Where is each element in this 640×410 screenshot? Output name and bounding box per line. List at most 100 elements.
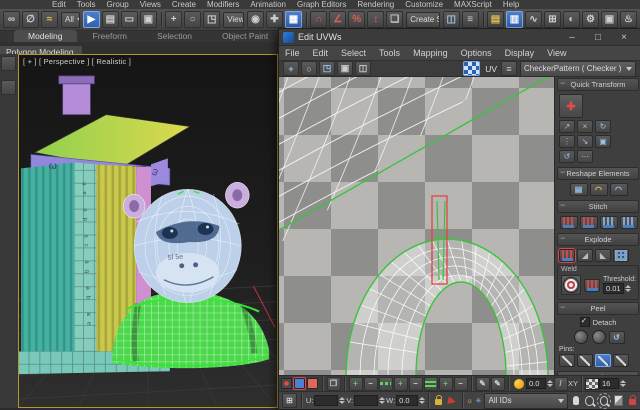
soft-selection-icon[interactable] bbox=[514, 379, 524, 389]
relax-until-flat-icon[interactable]: ▤ bbox=[570, 183, 588, 196]
unpin-all-icon[interactable] bbox=[613, 354, 629, 367]
qt-distribute-h-icon[interactable]: ⋯ bbox=[577, 150, 593, 163]
unpin-tool-icon[interactable] bbox=[577, 354, 593, 367]
section-header-explode[interactable]: Explode bbox=[557, 233, 639, 246]
uv-canvas[interactable] bbox=[279, 77, 554, 375]
edge-ring-icon[interactable] bbox=[424, 377, 438, 391]
zoom-region-icon[interactable] bbox=[600, 396, 609, 406]
qt-distribute-v-icon[interactable]: ⋮ bbox=[559, 135, 575, 148]
qt-rotate-cw-icon[interactable]: ↻ bbox=[595, 120, 611, 133]
paint-deselect-icon[interactable]: ✎ bbox=[491, 377, 505, 391]
grow-ring-button[interactable]: + bbox=[439, 377, 453, 391]
show-map-toggle[interactable] bbox=[463, 61, 480, 76]
update-lock-icon[interactable] bbox=[629, 399, 636, 405]
select-and-move-button[interactable]: + bbox=[165, 11, 182, 28]
uv-move-button[interactable]: + bbox=[283, 61, 299, 76]
qt-move-selected-button[interactable]: ✚ bbox=[559, 94, 583, 118]
shrink-loop-button[interactable]: − bbox=[409, 377, 423, 391]
render-button[interactable]: ♨ bbox=[620, 11, 637, 28]
select-by-name-button[interactable]: ▤ bbox=[102, 11, 119, 28]
menu-animation[interactable]: Animation bbox=[250, 0, 286, 9]
minimize-button[interactable]: – bbox=[559, 29, 585, 46]
tab-freeform[interactable]: Freeform bbox=[79, 30, 141, 42]
menu-create[interactable]: Create bbox=[172, 0, 196, 9]
gutter-panel-icon[interactable] bbox=[1, 56, 16, 71]
explode-to-elements-icon[interactable]: ◣ bbox=[595, 249, 611, 262]
menu-group[interactable]: Group bbox=[106, 0, 128, 9]
u-spinner[interactable] bbox=[339, 397, 345, 404]
section-header-reshape[interactable]: Reshape Elements bbox=[557, 167, 639, 180]
ribbon-toggle-icon[interactable]: ▥ bbox=[506, 11, 523, 28]
hide-icon[interactable]: ☼ bbox=[466, 396, 473, 405]
v-spinner[interactable] bbox=[379, 397, 385, 404]
grid-size-spinner[interactable] bbox=[620, 380, 626, 387]
straighten-icon[interactable]: ◠ bbox=[610, 183, 628, 196]
flatten-by-smoothing-icon[interactable] bbox=[613, 249, 629, 262]
lock-selection-icon[interactable] bbox=[435, 399, 442, 405]
paint-select-icon[interactable]: ✎ bbox=[476, 377, 490, 391]
stitch-target-icon[interactable] bbox=[620, 216, 638, 229]
window-crossing-toggle[interactable]: ▣ bbox=[140, 11, 157, 28]
uv-rotate-button[interactable]: ○ bbox=[301, 61, 317, 76]
uv-scale-button[interactable]: ◳ bbox=[319, 61, 335, 76]
spinner-snap-icon[interactable]: ↕ bbox=[367, 11, 384, 28]
pin-moved-vertices-toggle[interactable] bbox=[595, 354, 611, 367]
u-input[interactable] bbox=[314, 395, 338, 406]
uvw-menu-tools[interactable]: Tools bbox=[379, 48, 400, 58]
menu-rendering[interactable]: Rendering bbox=[357, 0, 394, 9]
tab-modeling[interactable]: Modeling bbox=[14, 30, 77, 42]
material-editor-icon[interactable]: ◐ bbox=[563, 11, 580, 28]
unlink-selection-icon[interactable]: ∅ bbox=[22, 11, 39, 28]
edge-mode-button[interactable] bbox=[294, 378, 305, 389]
keyboard-shortcut-override-toggle[interactable]: ▦ bbox=[285, 11, 302, 28]
percent-snap-icon[interactable]: % bbox=[348, 11, 365, 28]
menu-customize[interactable]: Customize bbox=[405, 0, 443, 9]
curve-editor-icon[interactable]: ∿ bbox=[525, 11, 542, 28]
uvw-menu-mapping[interactable]: Mapping bbox=[413, 48, 448, 58]
uv-channel-label[interactable]: UV bbox=[485, 64, 497, 74]
reset-peel-icon[interactable]: ↺ bbox=[609, 331, 625, 344]
stitch-average-icon[interactable] bbox=[600, 216, 618, 229]
select-and-manipulate-button[interactable]: ✚ bbox=[266, 11, 283, 28]
uv-mirror-button[interactable]: ◫ bbox=[355, 61, 371, 76]
grid-texture-icon[interactable] bbox=[585, 378, 599, 390]
render-setup-icon[interactable]: ⚙ bbox=[582, 11, 599, 28]
snap-toggle-icon[interactable]: ∩ bbox=[310, 11, 327, 28]
grid-size-input[interactable]: 16 bbox=[599, 378, 619, 389]
uv-options-icon[interactable]: ≡ bbox=[501, 61, 517, 76]
select-and-link-icon[interactable]: ∞ bbox=[3, 11, 20, 28]
weld-selected-icon[interactable] bbox=[584, 279, 600, 292]
peel-mode-button[interactable] bbox=[592, 330, 606, 344]
threshold-input[interactable]: 0.01 bbox=[603, 283, 624, 294]
use-pivot-center-button[interactable]: ◉ bbox=[247, 11, 264, 28]
filter-selected-faces-icon[interactable] bbox=[447, 396, 456, 405]
grow-selection-button[interactable]: + bbox=[349, 377, 363, 391]
close-button[interactable]: × bbox=[611, 29, 637, 46]
rectangular-selection-region-button[interactable]: ▭ bbox=[121, 11, 138, 28]
xy-space-label[interactable]: XY bbox=[568, 379, 578, 388]
threshold-spinner[interactable] bbox=[625, 285, 631, 292]
bind-to-spacewarp-icon[interactable]: ≈ bbox=[41, 11, 58, 28]
explode-to-faces-icon[interactable]: ◢ bbox=[577, 249, 593, 262]
perspective-viewport[interactable]: [ + ] [ Perspective ] [ Realistic ] bbox=[18, 54, 278, 408]
menu-edit[interactable]: Edit bbox=[52, 0, 66, 9]
section-header-stitch[interactable]: Stitch bbox=[557, 200, 639, 213]
angle-snap-icon[interactable]: ∠ bbox=[329, 11, 346, 28]
mirror-button[interactable]: ◫ bbox=[443, 11, 460, 28]
soft-selection-spinner[interactable] bbox=[547, 380, 553, 387]
menu-maxscript[interactable]: MAXScript bbox=[454, 0, 492, 9]
uvw-menu-options[interactable]: Options bbox=[461, 48, 492, 58]
maximize-button[interactable]: □ bbox=[585, 29, 611, 46]
viewport-label[interactable]: [ + ] [ Perspective ] [ Realistic ] bbox=[23, 57, 131, 66]
texture-list-dropdown[interactable]: CheckerPattern ( Checker ) bbox=[520, 61, 636, 77]
stitch-source-icon[interactable] bbox=[580, 216, 598, 229]
select-object-button[interactable]: ▶ bbox=[83, 11, 100, 28]
uvw-menu-select[interactable]: Select bbox=[341, 48, 366, 58]
qt-align-element-icon[interactable]: ▣ bbox=[595, 135, 611, 148]
shrink-ring-button[interactable]: − bbox=[454, 377, 468, 391]
zoom-icon[interactable] bbox=[585, 396, 594, 406]
reference-coordinate-dropdown[interactable]: View bbox=[223, 12, 244, 28]
falloff-type-icon[interactable]: / bbox=[554, 377, 568, 391]
selection-filter-dropdown[interactable]: All bbox=[61, 12, 80, 28]
menu-views[interactable]: Views bbox=[140, 0, 161, 9]
